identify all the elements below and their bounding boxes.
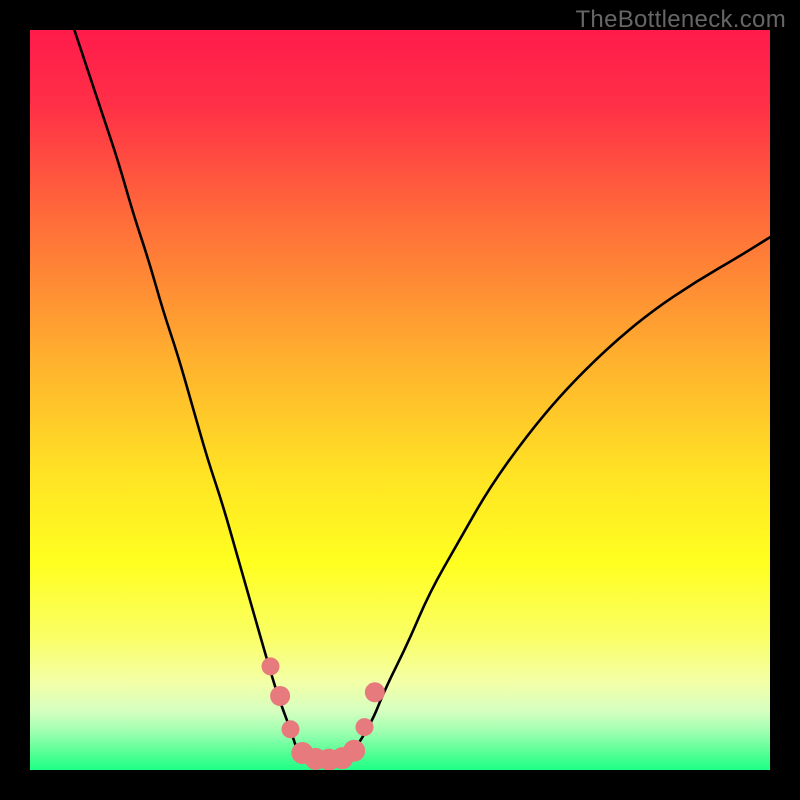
- dip-dot: [270, 686, 290, 706]
- dip-dot: [281, 720, 299, 738]
- chart-plot-area: [30, 30, 770, 770]
- chart-svg: [30, 30, 770, 770]
- dip-dot: [262, 657, 280, 675]
- dip-dot: [365, 682, 385, 702]
- dip-dot: [343, 740, 365, 762]
- chart-frame: TheBottleneck.com: [0, 0, 800, 800]
- dip-dot: [355, 718, 373, 736]
